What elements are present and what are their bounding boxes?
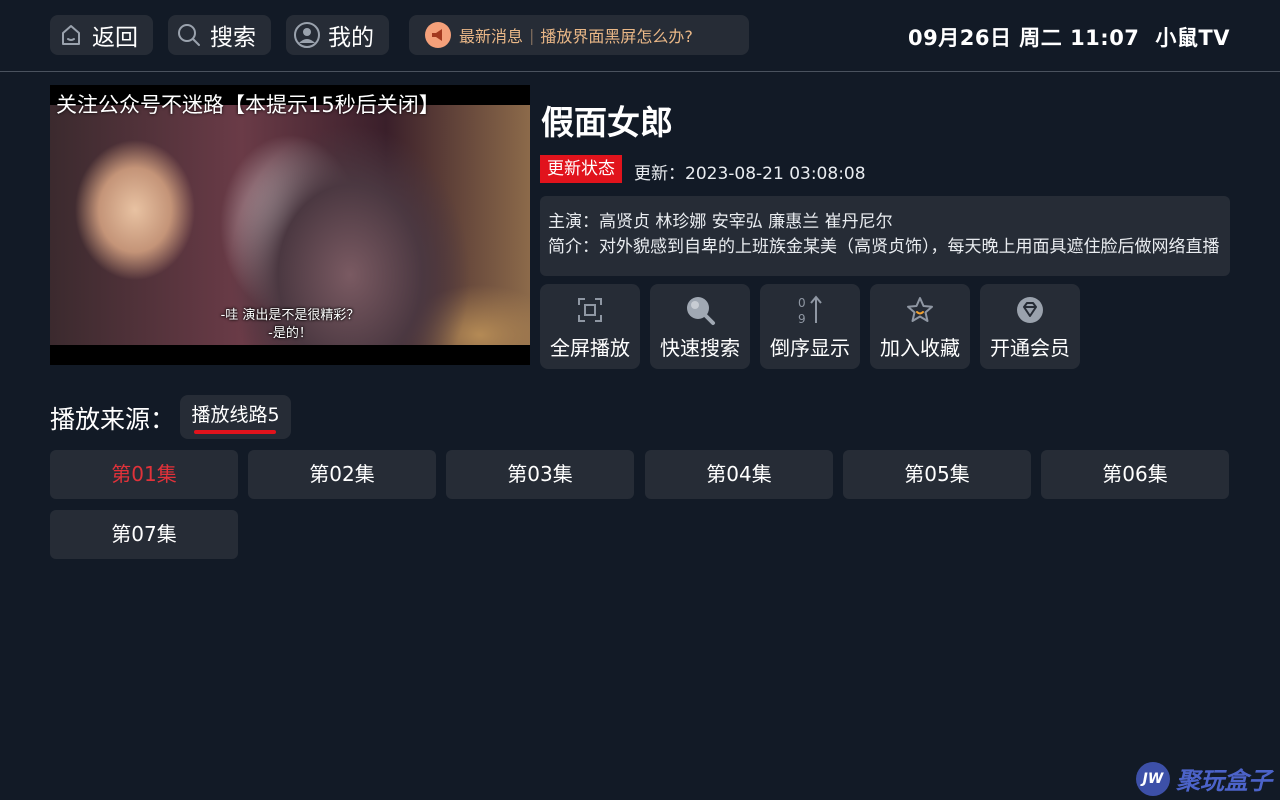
episode-button-02[interactable]: 第02集 [248,450,436,499]
profile-label: 我的 [328,25,374,51]
search-button[interactable]: 搜索 [168,15,271,55]
player-notice: 关注公众号不迷路【本提示15秒后关闭】 [56,93,440,117]
source-tab-label: 播放线路5 [191,404,280,426]
favorite-label: 加入收藏 [880,336,960,360]
diamond-icon [1014,294,1046,326]
subtitle-line-1: -哇 演出是不是很精彩？ [220,308,360,323]
datetime: 09月26日 周二 11:07 [908,26,1140,50]
news-text: 播放界面黑屏怎么办? [540,27,693,46]
quick-search-button[interactable]: 快速搜索 [650,284,750,369]
reverse-order-button[interactable]: 09 倒序显示 [760,284,860,369]
quick-search-label: 快速搜索 [660,336,740,360]
search-icon [176,22,202,48]
subtitles: -哇 演出是不是很精彩？ -是的！ [50,307,530,343]
episode-button-03[interactable]: 第03集 [446,450,634,499]
watermark: JW 聚玩盒子 [1136,761,1272,796]
home-icon [58,22,84,48]
user-icon [294,22,320,48]
info-panel[interactable]: 主演：高贤贞 林珍娜 安宰弘 廉惠兰 崔丹尼尔 简介：对外貌感到自卑的上班族金某… [540,196,1230,276]
news-ticker[interactable]: 最新消息 | 播放界面黑屏怎么办? [409,15,749,55]
star-icon [904,294,936,326]
episode-button-01[interactable]: 第01集 [50,450,238,499]
search-icon [684,294,716,326]
fullscreen-button[interactable]: 全屏播放 [540,284,640,369]
status-area: 09月26日 周二 11:07 小鼠TV [908,22,1230,52]
megaphone-icon [425,22,451,48]
fullscreen-label: 全屏播放 [550,336,630,360]
news-title: 最新消息 [459,27,524,46]
source-tab-selected[interactable]: 播放线路5 [180,395,291,439]
synopsis-line: 简介：对外貌感到自卑的上班族金某美（高贤贞饰），每天晚上用面具遮住脸后做网络直播 [548,237,1220,257]
episode-button-05[interactable]: 第05集 [843,450,1031,499]
video-player[interactable]: 关注公众号不迷路【本提示15秒后关闭】 -哇 演出是不是很精彩？ -是的！ [50,85,530,365]
app-name: 小鼠TV [1155,26,1230,50]
reverse-order-label: 倒序显示 [770,336,850,360]
vip-button[interactable]: 开通会员 [980,284,1080,369]
cast-line: 主演：高贤贞 林珍娜 安宰弘 廉惠兰 崔丹尼尔 [548,212,893,232]
svg-text:0: 0 [798,296,806,310]
episode-button-06[interactable]: 第06集 [1041,450,1229,499]
profile-button[interactable]: 我的 [286,15,389,55]
episode-button-07[interactable]: 第07集 [50,510,238,559]
search-label: 搜索 [210,25,256,51]
favorite-button[interactable]: 加入收藏 [870,284,970,369]
top-bar: 返回 搜索 我的 最新消息 | 播放界面黑屏怎么办? 09月26日 周二 11:… [0,0,1280,72]
watermark-logo: JW [1136,761,1170,796]
news-separator: | [529,25,535,45]
fullscreen-icon [574,294,606,326]
update-time: 更新：2023-08-21 03:08:08 [634,164,866,184]
vip-label: 开通会员 [990,336,1070,360]
source-tab-underline [194,430,276,434]
video-title: 假面女郎 [541,103,673,142]
status-badge: 更新状态 [540,155,622,183]
watermark-text: 聚玩盒子 [1176,767,1272,795]
svg-text:9: 9 [798,312,806,326]
sort-icon: 09 [794,294,826,326]
source-label: 播放来源： [50,405,176,434]
subtitle-line-2: -是的！ [268,326,312,341]
back-label: 返回 [92,25,138,51]
episode-button-04[interactable]: 第04集 [645,450,833,499]
back-button[interactable]: 返回 [50,15,153,55]
